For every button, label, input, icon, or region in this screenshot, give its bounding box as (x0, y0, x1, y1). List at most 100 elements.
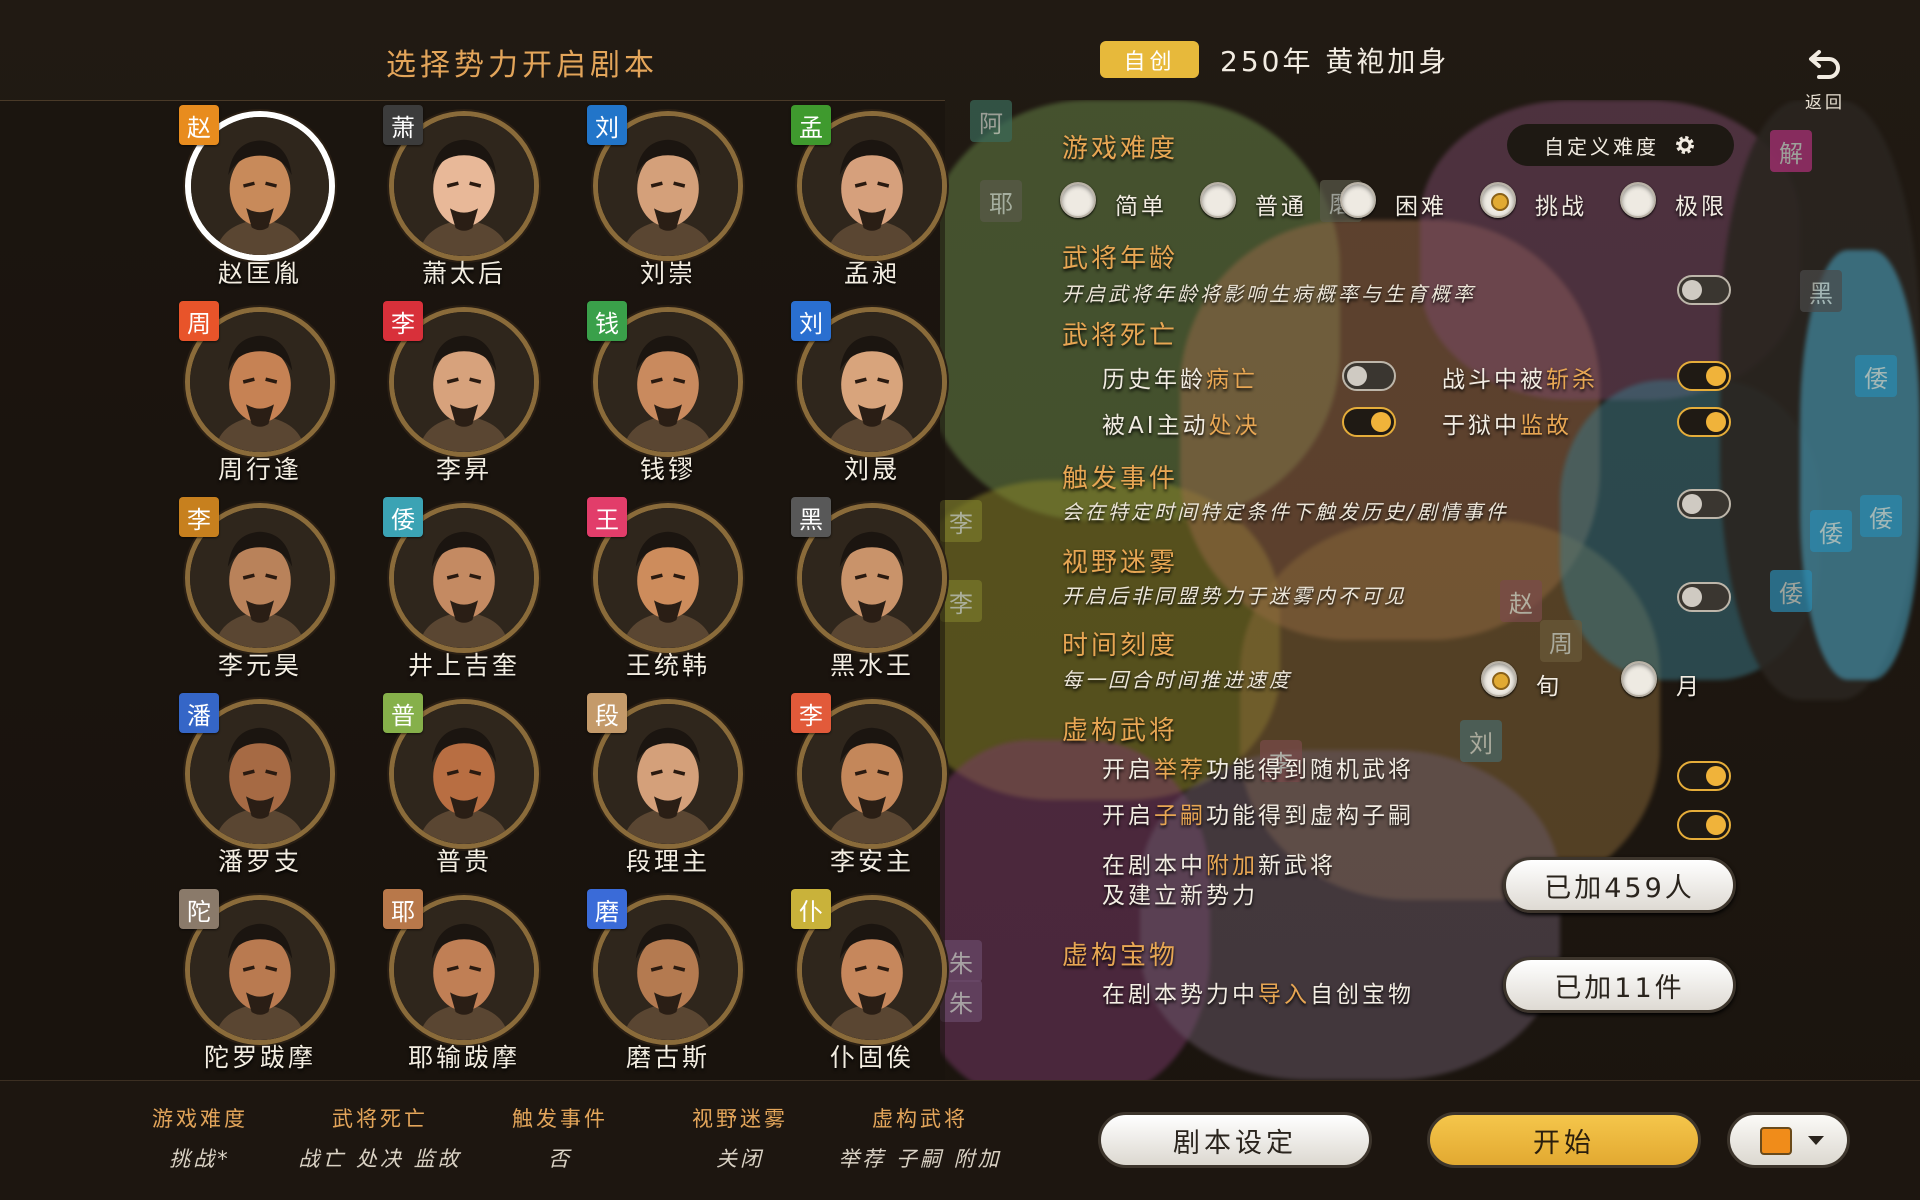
map-territory-label: 黑 (1800, 270, 1842, 312)
character-name: 刘崇 (639, 259, 696, 288)
summary-value: 关闭 (716, 1147, 764, 1171)
character-card[interactable]: 孟孟昶 (770, 101, 970, 291)
character-card[interactable]: 耶耶输跋摩 (362, 885, 562, 1075)
faction-badge: 黑 (791, 497, 831, 537)
fog-title: 视野迷雾 (1062, 548, 1179, 578)
difficulty-radio[interactable] (1200, 182, 1236, 218)
summary-heading: 虚构武将 (872, 1107, 968, 1131)
character-card[interactable]: 李李安主 (770, 689, 970, 879)
character-card[interactable]: 陀陀罗跋摩 (158, 885, 358, 1075)
character-card[interactable]: 周周行逢 (158, 297, 358, 487)
character-name: 李安主 (829, 847, 914, 876)
custom-difficulty-label: 自定义难度 (1544, 134, 1659, 159)
map-territory-label: 倭 (1860, 495, 1902, 537)
back-button[interactable]: 返回 (1796, 44, 1854, 116)
character-card[interactable]: 普普贵 (362, 689, 562, 879)
death-natural-toggle[interactable] (1342, 361, 1396, 391)
time-label-xun: 旬 (1536, 674, 1562, 700)
faction-badge: 段 (587, 693, 627, 733)
summary-value: 否 (548, 1147, 572, 1171)
character-card[interactable]: 萧萧太后 (362, 101, 562, 291)
character-card[interactable]: 段段理主 (566, 689, 766, 879)
time-desc: 每一回合时间推进速度 (1062, 668, 1292, 692)
toggle-knob (1706, 366, 1726, 386)
faction-badge: 赵 (179, 105, 219, 145)
events-toggle[interactable] (1677, 489, 1731, 519)
character-name: 磨古斯 (625, 1043, 710, 1072)
time-radio-month[interactable] (1621, 661, 1657, 697)
fictional-generals-title: 虚构武将 (1062, 716, 1179, 746)
faction-badge: 萧 (383, 105, 423, 145)
character-name: 刘晟 (843, 455, 900, 484)
age-desc: 开启武将年龄将影响生病概率与生育概率 (1062, 282, 1476, 306)
fog-toggle[interactable] (1677, 582, 1731, 612)
difficulty-radio[interactable] (1340, 182, 1376, 218)
scenario-title: 250年 黄袍加身 (1220, 45, 1450, 78)
faction-badge: 李 (179, 497, 219, 537)
character-card[interactable]: 赵赵匡胤 (158, 101, 358, 291)
summary-item: 游戏难度 挑战* (115, 1103, 285, 1173)
add-generals-label: 在剧本中附加新武将 (1102, 853, 1336, 879)
summary-item: 触发事件否 (475, 1103, 645, 1173)
events-title: 触发事件 (1062, 464, 1179, 494)
death-execute-toggle[interactable] (1342, 407, 1396, 437)
toggle-knob (1347, 366, 1367, 386)
difficulty-radio[interactable] (1620, 182, 1656, 218)
character-card[interactable]: 黑黑水王 (770, 493, 970, 683)
faction-badge: 王 (587, 497, 627, 537)
character-card[interactable]: 倭井上吉奎 (362, 493, 562, 683)
gear-icon (1676, 136, 1694, 154)
difficulty-label: 困难 (1395, 194, 1447, 220)
difficulty-radio[interactable] (1480, 182, 1516, 218)
recommend-toggle[interactable] (1677, 761, 1731, 791)
map-territory-label: 赵 (1500, 580, 1542, 622)
death-prison-toggle[interactable] (1677, 407, 1731, 437)
added-treasures-button[interactable]: 已加11件 (1503, 957, 1736, 1013)
back-arrow-icon (1809, 50, 1840, 79)
map-territory-label: 倭 (1770, 570, 1812, 612)
difficulty-label: 极限 (1675, 194, 1727, 220)
difficulty-label: 简单 (1115, 194, 1167, 220)
faction-badge: 磨 (587, 889, 627, 929)
summary-value: 战亡 处决 监故 (298, 1147, 462, 1171)
death-prison-label: 于狱中监故 (1442, 413, 1572, 439)
toggle-knob (1706, 815, 1726, 835)
character-card[interactable]: 钱钱镠 (566, 297, 766, 487)
character-name: 黑水王 (829, 651, 914, 680)
start-button[interactable]: 开始 (1427, 1112, 1701, 1168)
faction-badge: 李 (791, 693, 831, 733)
faction-badge: 潘 (179, 693, 219, 733)
added-generals-button[interactable]: 已加459人 (1503, 857, 1736, 913)
recommend-label: 开启举荐功能得到随机武将 (1102, 757, 1414, 783)
character-card[interactable]: 刘刘崇 (566, 101, 766, 291)
player-color-picker[interactable] (1727, 1112, 1850, 1168)
summary-heading: 武将死亡 (332, 1107, 428, 1131)
age-title: 武将年龄 (1062, 244, 1179, 274)
death-execute-label: 被AI主动处决 (1102, 413, 1261, 439)
character-card[interactable]: 刘刘晟 (770, 297, 970, 487)
faction-badge: 李 (383, 301, 423, 341)
summary-item: 武将死亡战亡 处决 监故 (295, 1103, 465, 1173)
custom-scenario-tag: 自创 (1100, 41, 1199, 78)
death-battle-toggle[interactable] (1677, 361, 1731, 391)
heir-toggle[interactable] (1677, 810, 1731, 840)
custom-difficulty-button[interactable]: 自定义难度 (1507, 124, 1734, 166)
time-radio-xun[interactable] (1481, 661, 1517, 697)
difficulty-radio[interactable] (1060, 182, 1096, 218)
character-card[interactable]: 李李昇 (362, 297, 562, 487)
faction-badge: 周 (179, 301, 219, 341)
character-name: 仆固俟 (829, 1043, 914, 1072)
map-territory-label: 周 (1540, 620, 1582, 662)
faction-badge: 耶 (383, 889, 423, 929)
character-card[interactable]: 王王统韩 (566, 493, 766, 683)
summary-value: 举荐 子嗣 附加 (838, 1147, 1002, 1171)
character-card[interactable]: 仆仆固俟 (770, 885, 970, 1075)
character-card[interactable]: 磨磨古斯 (566, 885, 766, 1075)
scenario-settings-button[interactable]: 剧本设定 (1098, 1112, 1372, 1168)
faction-badge: 刘 (587, 105, 627, 145)
faction-badge: 钱 (587, 301, 627, 341)
character-card[interactable]: 潘潘罗支 (158, 689, 358, 879)
age-toggle[interactable] (1677, 275, 1731, 305)
character-card[interactable]: 李李元昊 (158, 493, 358, 683)
toggle-knob (1706, 412, 1726, 432)
